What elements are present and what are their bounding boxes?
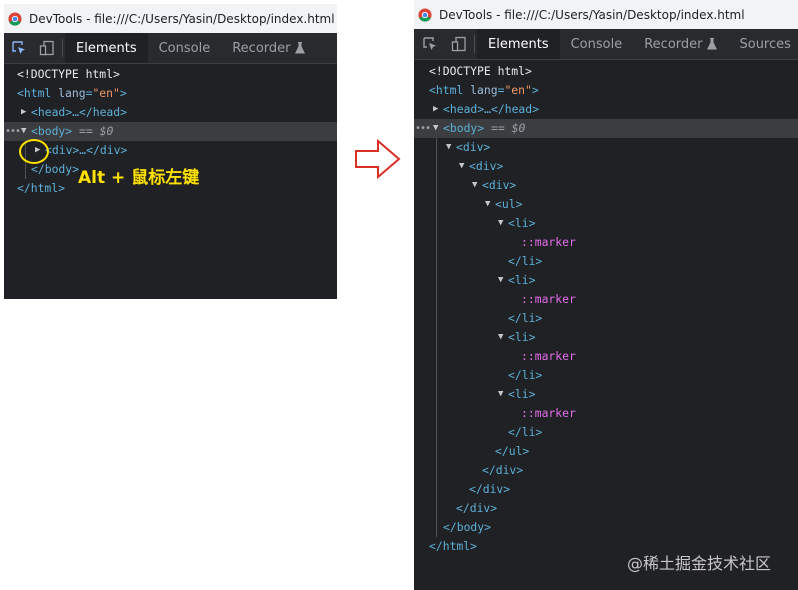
inspect-element-button[interactable] — [414, 29, 446, 59]
tree-node-div-close[interactable]: </div> — [414, 461, 798, 480]
collapse-arrow-icon[interactable]: ▼ — [498, 328, 503, 347]
tree-node-marker[interactable]: ::marker — [414, 347, 798, 366]
window-titlebar: DevTools - file:///C:/Users/Yasin/Deskto… — [414, 0, 798, 29]
tree-node-li[interactable]: ▼ <li> — [414, 328, 798, 347]
tab-recorder[interactable]: Recorder — [633, 29, 728, 59]
right-arrow-icon — [355, 139, 401, 179]
tree-node-li[interactable]: ▼ <li> — [414, 271, 798, 290]
collapse-arrow-icon[interactable]: ▼ — [485, 195, 490, 214]
devtools-toolbar: Elements Console Recorder — [4, 33, 337, 64]
tab-recorder-label: Recorder — [644, 36, 703, 52]
watermark: @稀土掘金技术社区 — [627, 554, 772, 573]
tree-node-head[interactable]: ▶ <head>…</head> — [4, 103, 337, 122]
tree-node-li-close[interactable]: </li> — [414, 366, 798, 385]
tree-node-li[interactable]: ▼ <li> — [414, 385, 798, 404]
inspect-icon — [12, 41, 25, 54]
toolbar-divider — [62, 39, 63, 57]
tree-node-li-close[interactable]: </li> — [414, 252, 798, 271]
tree-node-li-close[interactable]: </li> — [414, 309, 798, 328]
device-toolbar-button[interactable] — [446, 29, 472, 59]
device-toggle-icon — [451, 36, 466, 52]
tree-node-li[interactable]: ▼ <li> — [414, 214, 798, 233]
tab-recorder[interactable]: Recorder — [221, 33, 316, 63]
tree-node-body-close[interactable]: </body> — [414, 518, 798, 537]
collapse-arrow-icon[interactable]: ▼ — [21, 122, 26, 141]
devtools-window-after: DevTools - file:///C:/Users/Yasin/Deskto… — [414, 0, 798, 590]
tree-node-body-selected[interactable]: ••• ▼ <body> == $0 — [414, 119, 798, 138]
window-titlebar: DevTools - file:///C:/Users/Yasin/Deskto… — [4, 4, 337, 33]
collapse-arrow-icon[interactable]: ▼ — [459, 157, 464, 176]
collapse-arrow-icon[interactable]: ▼ — [433, 119, 438, 138]
tree-node-ul[interactable]: ▼ <ul> — [414, 195, 798, 214]
elements-tree: <!DOCTYPE html> <html lang="en"> ▶ <head>… — [414, 62, 798, 556]
inspect-element-button[interactable] — [4, 33, 34, 63]
tree-node-li-close[interactable]: </li> — [414, 423, 798, 442]
tree-node-div-3[interactable]: ▼ <div> — [414, 176, 798, 195]
inspect-icon — [423, 37, 436, 50]
tab-elements[interactable]: Elements — [477, 29, 560, 59]
window-title: DevTools - file:///C:/Users/Yasin/Deskto… — [29, 11, 335, 26]
chrome-icon — [8, 11, 22, 26]
indent-guide — [436, 138, 437, 537]
tree-node-div-1[interactable]: ▼ <div> — [414, 138, 798, 157]
chrome-icon — [418, 7, 432, 22]
tree-node-div[interactable]: ▶ <div>…</div> — [4, 141, 337, 160]
more-options-icon[interactable]: ••• — [415, 119, 431, 138]
click-highlight-circle — [19, 139, 49, 164]
collapse-arrow-icon[interactable]: ▼ — [498, 271, 503, 290]
tree-node-body-selected[interactable]: ••• ▼ <body> == $0 — [4, 122, 337, 141]
device-toggle-icon — [39, 40, 54, 56]
device-toolbar-button[interactable] — [34, 33, 60, 63]
devtools-window-before: DevTools - file:///C:/Users/Yasin/Deskto… — [4, 4, 337, 299]
tab-elements[interactable]: Elements — [65, 33, 148, 63]
tree-node-ul-close[interactable]: </ul> — [414, 442, 798, 461]
tree-node-div-2[interactable]: ▼ <div> — [414, 157, 798, 176]
tree-node-doctype[interactable]: <!DOCTYPE html> — [4, 65, 337, 84]
collapse-arrow-icon[interactable]: ▼ — [446, 138, 451, 157]
tab-console[interactable]: Console — [560, 29, 634, 59]
shortcut-annotation: Alt + 鼠标左键 — [78, 168, 200, 188]
tree-node-html[interactable]: <html lang="en"> — [4, 84, 337, 103]
tree-node-div-close[interactable]: </div> — [414, 499, 798, 518]
collapse-arrow-icon[interactable]: ▼ — [472, 176, 477, 195]
flask-icon — [295, 42, 306, 54]
window-title: DevTools - file:///C:/Users/Yasin/Deskto… — [439, 7, 745, 22]
tree-node-doctype[interactable]: <!DOCTYPE html> — [414, 62, 798, 81]
more-options-icon[interactable]: ••• — [5, 122, 21, 141]
tab-recorder-label: Recorder — [232, 40, 291, 56]
devtools-toolbar: Elements Console Recorder Sources — [414, 29, 798, 60]
flask-icon — [707, 38, 718, 50]
tree-node-head[interactable]: ▶ <head>…</head> — [414, 100, 798, 119]
tree-node-div-close[interactable]: </div> — [414, 480, 798, 499]
tab-console[interactable]: Console — [148, 33, 222, 63]
expand-arrow-icon[interactable]: ▶ — [433, 100, 438, 119]
tab-sources[interactable]: Sources — [728, 29, 798, 59]
tree-node-marker[interactable]: ::marker — [414, 404, 798, 423]
toolbar-divider — [474, 35, 475, 53]
collapse-arrow-icon[interactable]: ▼ — [498, 385, 503, 404]
collapse-arrow-icon[interactable]: ▼ — [498, 214, 503, 233]
tree-node-marker[interactable]: ::marker — [414, 290, 798, 309]
tree-node-marker[interactable]: ::marker — [414, 233, 798, 252]
tree-node-html[interactable]: <html lang="en"> — [414, 81, 798, 100]
expand-arrow-icon[interactable]: ▶ — [21, 103, 26, 122]
